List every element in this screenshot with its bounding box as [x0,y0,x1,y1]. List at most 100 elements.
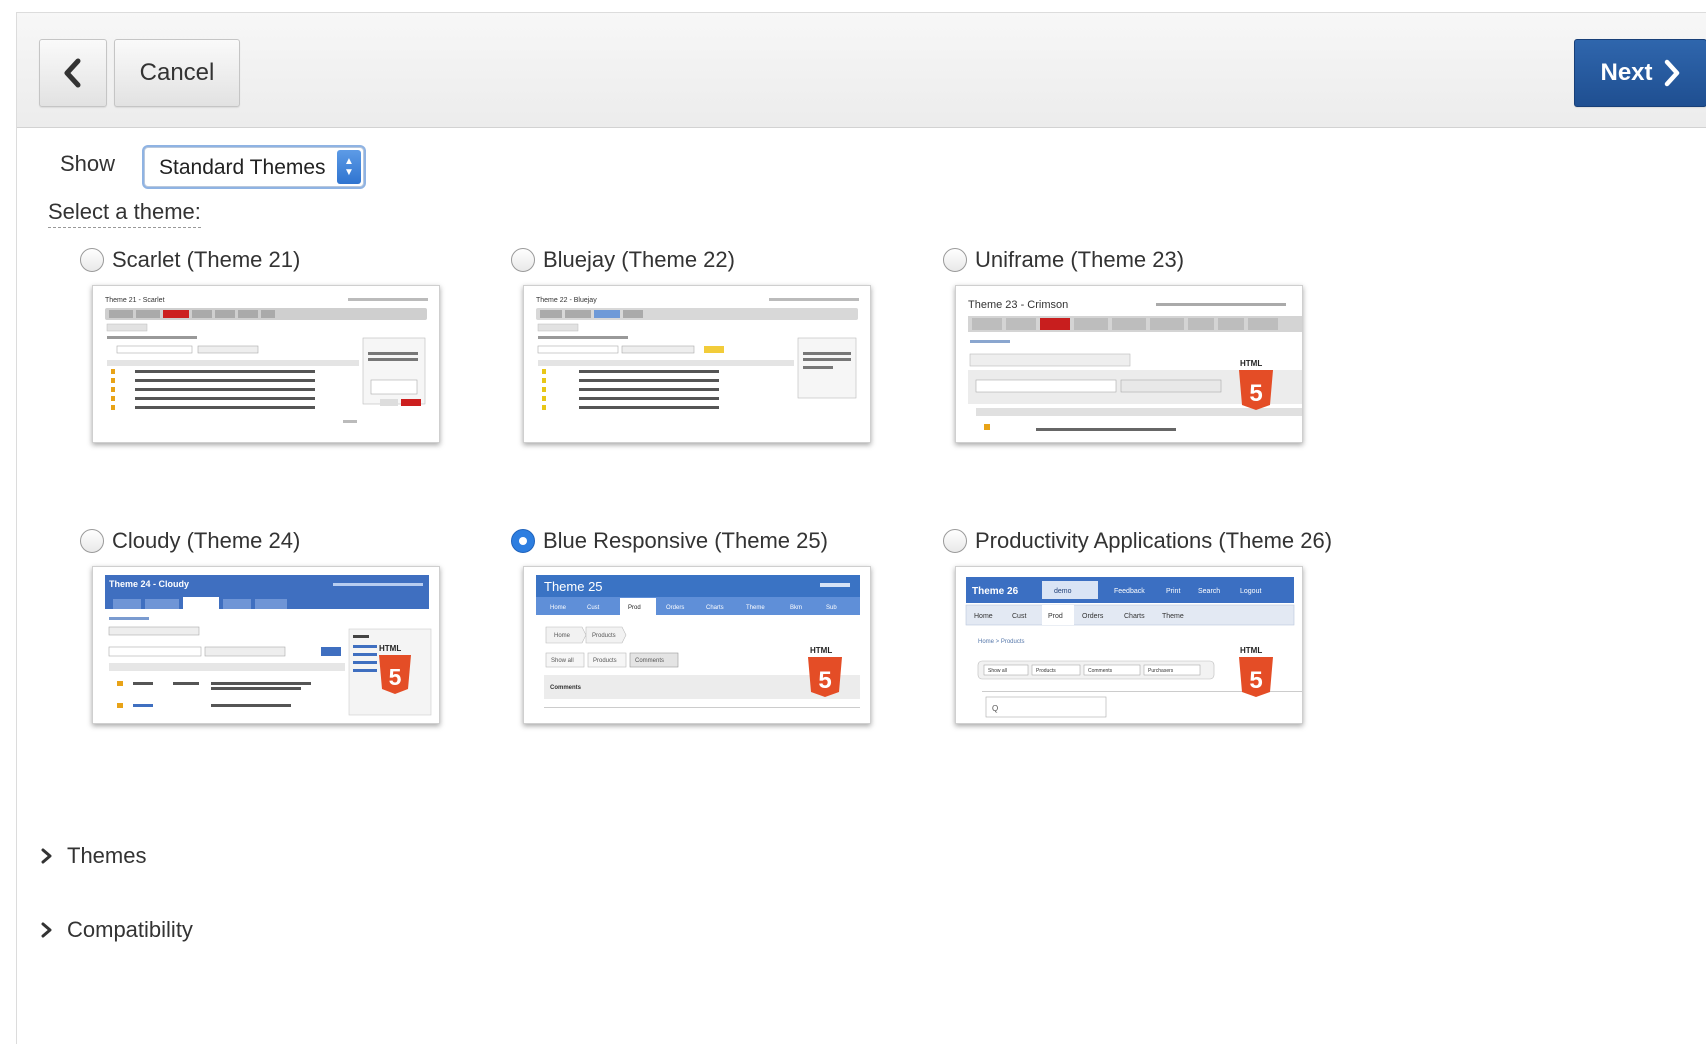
t26-tab-5: Theme [1162,613,1184,620]
theme-type-select-value: Standard Themes [159,156,326,179]
theme-option-22: Bluejay (Theme 22) Theme 22 - Bluejay [511,245,911,443]
next-button[interactable]: Next [1574,39,1706,107]
theme-option-21: Scarlet (Theme 21) Theme 21 - Scarlet [80,245,480,443]
theme-thumbnail-24[interactable]: Theme 24 - Cloudy HTML 5 [92,566,440,724]
cancel-button[interactable]: Cancel [114,39,240,107]
t21-title: Theme 21 - Scarlet [105,297,165,304]
theme-option-23: Uniframe (Theme 23) Theme 23 - Crimson H… [943,245,1343,443]
t26-badge: HTML [1240,646,1262,655]
back-button[interactable] [39,39,107,107]
svg-text:5: 5 [1249,380,1262,407]
theme-radio-24[interactable] [80,529,104,553]
theme-label-25: Blue Responsive (Theme 25) [543,528,828,553]
theme-22-preview: Theme 22 - Bluejay [524,286,870,442]
theme-26-preview: Theme 26 demo Feedback Print Search Logo… [956,567,1302,723]
compatibility-section-toggle[interactable]: Compatibility [37,917,193,943]
t26-search: Q [992,704,998,713]
theme-25-preview: Theme 25 Home Cust Prod Orders Charts Th… [524,567,870,723]
t26-title: Theme 26 [972,586,1019,597]
t25-tab-7: Sub [826,605,837,611]
theme-radio-21[interactable] [80,248,104,272]
t25-subtab-0: Show all [551,658,574,664]
theme-type-select[interactable]: Standard Themes ▲ ▼ [144,147,364,187]
t26-crumbs: Home > Products [978,639,1025,645]
t26-subtab-0: Show all [988,668,1007,674]
t26-tab-1: Cust [1012,613,1026,620]
theme-thumbnail-25[interactable]: Theme 25 Home Cust Prod Orders Charts Th… [523,566,871,724]
theme-thumbnail-22[interactable]: Theme 22 - Bluejay [523,285,871,443]
themes-section-label: Themes [67,843,147,868]
t26-subtab-1: Products [1036,668,1056,674]
cancel-button-label: Cancel [139,59,215,86]
theme-option-26: Productivity Applications (Theme 26) The… [943,526,1343,724]
theme-option-24: Cloudy (Theme 24) Theme 24 - Cloudy HTML… [80,526,480,724]
theme-radio-25[interactable] [511,529,535,553]
select-theme-prompt: Select a theme: [48,199,201,228]
theme-radio-26[interactable] [943,529,967,553]
wizard-frame: Cancel Next Show Standard Themes ▲ ▼ Sele… [16,12,1706,1044]
t26-link-1: Feedback [1114,588,1145,595]
t25-title: Theme 25 [544,579,603,594]
t26-subtab-3: Purchasers [1148,668,1174,674]
svg-text:5: 5 [389,664,402,690]
t25-crumb-0: Home [554,633,571,639]
t24-title: Theme 24 - Cloudy [109,579,189,589]
t24-badge: HTML [379,644,401,653]
t23-badge: HTML [1240,359,1262,368]
t26-tab-3: Orders [1082,613,1104,620]
themes-section-toggle[interactable]: Themes [37,843,146,869]
theme-23-preview: Theme 23 - Crimson HTML 5 [956,286,1302,442]
wizard-toolbar: Cancel Next [17,13,1706,128]
chevron-right-icon [1664,59,1679,87]
theme-thumbnail-23[interactable]: Theme 23 - Crimson HTML 5 [955,285,1303,443]
theme-radio-row-25[interactable]: Blue Responsive (Theme 25) [511,526,911,556]
t26-tab-4: Charts [1124,613,1145,620]
t25-subtab-2: Comments [635,658,664,664]
t26-link-4: Logout [1240,588,1261,595]
t22-title: Theme 22 - Bluejay [536,297,597,304]
t26-link-2: Print [1166,588,1180,595]
theme-label-23: Uniframe (Theme 23) [975,247,1185,272]
select-arrows-icon: ▲ ▼ [337,150,361,184]
t25-subtab-1: Products [593,658,617,664]
t25-crumb-1: Products [592,633,616,639]
t25-tab-0: Home [550,605,567,611]
theme-thumbnail-21[interactable]: Theme 21 - Scarlet [92,285,440,443]
chevron-left-icon [64,58,81,88]
t26-link-3: Search [1198,588,1220,595]
theme-option-25: Blue Responsive (Theme 25) Theme 25 Home… [511,526,911,724]
theme-radio-row-23[interactable]: Uniframe (Theme 23) [943,245,1343,275]
theme-radio-23[interactable] [943,248,967,272]
theme-radio-row-21[interactable]: Scarlet (Theme 21) [80,245,480,275]
theme-radio-22[interactable] [511,248,535,272]
t25-tab-1: Cust [587,605,600,611]
theme-24-preview: Theme 24 - Cloudy HTML 5 [93,567,439,723]
t25-badge: HTML [810,646,832,655]
chevron-right-icon [41,922,52,938]
t25-section: Comments [550,685,582,691]
theme-thumbnail-26[interactable]: Theme 26 demo Feedback Print Search Logo… [955,566,1303,724]
theme-label-22: Bluejay (Theme 22) [543,247,735,272]
theme-label-26: Productivity Applications (Theme 26) [975,528,1333,553]
theme-radio-row-22[interactable]: Bluejay (Theme 22) [511,245,911,275]
t26-tab-0: Home [974,613,993,620]
theme-label-21: Scarlet (Theme 21) [112,247,301,272]
t25-tab-5: Theme [746,605,765,611]
compatibility-section-label: Compatibility [67,917,193,942]
t23-title: Theme 23 - Crimson [968,299,1068,311]
t25-tab-4: Charts [706,605,724,611]
theme-21-preview: Theme 21 - Scarlet [93,286,439,442]
theme-radio-row-26[interactable]: Productivity Applications (Theme 26) [943,526,1343,556]
t25-tab-2: Prod [628,605,641,611]
t26-tab-2: Prod [1048,613,1063,620]
t26-subtab-2: Comments [1088,668,1113,674]
t25-tab-6: Bkm [790,605,802,611]
chevron-right-icon [41,848,52,864]
theme-radio-row-24[interactable]: Cloudy (Theme 24) [80,526,480,556]
t25-tab-3: Orders [666,605,684,611]
show-label: Show [60,151,116,176]
svg-text:5: 5 [1249,667,1262,694]
svg-text:5: 5 [818,667,831,694]
t26-link-0: demo [1054,588,1072,595]
next-button-label: Next [1600,59,1653,86]
